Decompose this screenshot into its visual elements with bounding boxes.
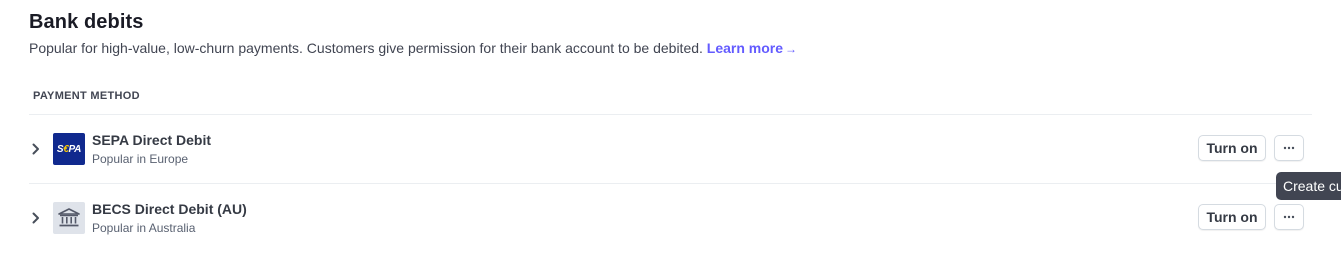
expand-chevron-icon[interactable] <box>29 210 43 226</box>
section-title: Bank debits <box>29 11 144 33</box>
payment-method-name: BECS Direct Debit (AU) <box>92 201 247 217</box>
section-description: Popular for high-value, low-churn paymen… <box>29 40 797 56</box>
tooltip: Create cu <box>1276 172 1341 200</box>
payment-method-name: SEPA Direct Debit <box>92 132 212 148</box>
learn-more-link[interactable]: Learn more → <box>707 40 797 56</box>
table-row-sepa-direct-debit[interactable]: S € PA SEPA Direct Debit Popular in Europe… <box>29 115 1312 183</box>
sepa-logo: S € PA <box>53 133 85 165</box>
ellipsis-icon <box>1283 215 1295 219</box>
turn-on-button[interactable]: Turn on <box>1198 204 1266 230</box>
sepa-logo-text-pa: PA <box>68 143 82 155</box>
ellipsis-icon <box>1283 146 1295 150</box>
payment-method-description: Popular in Australia <box>92 221 196 235</box>
expand-chevron-icon[interactable] <box>29 141 43 157</box>
more-options-button[interactable] <box>1274 204 1304 230</box>
description-text: Popular for high-value, low-churn paymen… <box>29 40 703 56</box>
payment-method-description: Popular in Europe <box>92 152 189 166</box>
arrow-right-icon: → <box>785 42 798 56</box>
column-header-payment-method: PAYMENT METHOD <box>33 90 140 102</box>
bank-building-icon <box>53 202 85 234</box>
learn-more-label: Learn more <box>706 40 784 56</box>
turn-on-button[interactable]: Turn on <box>1198 135 1266 161</box>
table-row-becs-direct-debit[interactable]: BECS Direct Debit (AU) Popular in Austra… <box>29 184 1312 252</box>
more-options-button[interactable] <box>1274 135 1304 161</box>
bank-debits-section: Bank debits Popular for high-value, low-… <box>0 0 1341 273</box>
